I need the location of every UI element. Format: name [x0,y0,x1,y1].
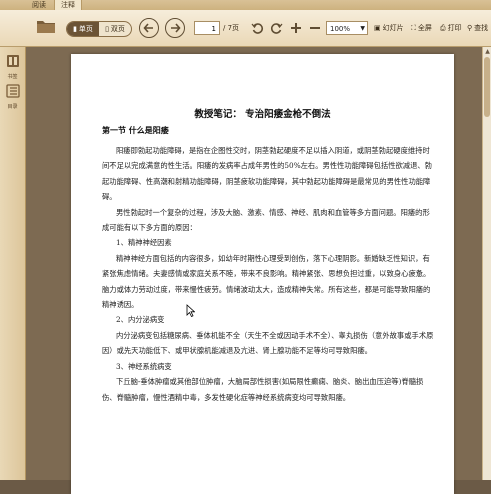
print-button[interactable]: ⎙ 打印 [440,21,462,35]
scrollbar-thumb[interactable] [484,57,490,117]
zoom-value: 100% [330,25,351,33]
paragraph: 男性勃起时一个复杂的过程，涉及大脑、激素、情感、神经、肌肉和血管等多方面问题。阳… [102,207,430,233]
zoom-in-icon[interactable] [289,21,303,35]
subheading: 3、神经系统病变 [116,361,172,371]
print-label: 打印 [447,24,462,32]
tab-annotate[interactable]: 注释 [54,0,82,10]
sidebar: 书签 目录 [0,47,26,480]
double-page-label: 双页 [110,25,125,33]
tab-read[interactable]: 阅读 [26,0,52,10]
toolbar: ▮ 单页 ▯ 双页 1 / 7页 100% ▼ ▣ 幻灯片 ⛶ 全屏 ⎙ 打印 … [0,10,491,47]
double-page-icon: ▯ [105,25,109,33]
section-title: 第一节 什么是阳痿 [102,125,169,135]
document-title: 教授笔记： 专治阳痿金枪不倒法 [194,109,331,120]
print-icon: ⎙ [440,24,446,32]
subheading: 1、精神神经因素 [116,238,172,248]
open-folder-icon[interactable] [36,18,56,34]
chevron-down-icon: ▼ [360,25,365,32]
fullscreen-button[interactable]: ⛶ 全屏 [411,21,432,35]
vertical-scrollbar[interactable]: ▲ [482,47,491,480]
top-tab-strip: 阅读 注释 [0,0,491,10]
sidebar-item-label: 书签 [7,74,18,80]
document-viewport[interactable]: 教授笔记： 专治阳痿金枪不倒法 第一节 什么是阳痿 阳痿即勃起功能障碍，是指在企… [26,47,482,494]
rotate-right-icon[interactable] [269,21,283,35]
sidebar-item-bookmarks[interactable]: 书签 [3,53,22,80]
double-page-button[interactable]: ▯ 双页 [99,22,131,36]
page-total: / 7页 [223,24,240,32]
forward-button[interactable] [165,18,185,38]
page-number-input[interactable]: 1 [194,21,220,35]
sidebar-item-toc[interactable]: 目录 [3,83,22,110]
zoom-out-icon[interactable] [308,21,322,35]
mouse-pointer-icon [186,304,195,317]
arrow-right-icon [171,23,181,33]
subheading: 2、内分泌病变 [116,315,165,325]
find-button[interactable]: ⚲ 查找 [467,21,488,35]
fullscreen-label: 全屏 [417,24,432,32]
single-page-icon: ▮ [73,25,77,33]
paragraph: 下丘脑-垂体肿瘤或其他部位肿瘤，大脑局部性损害(如局限性癫痫、脑炎、脑出血压迫等… [102,377,424,402]
slideshow-icon: ▣ [374,24,381,32]
arrow-left-icon [143,23,153,33]
slideshow-button[interactable]: ▣ 幻灯片 [374,21,404,35]
bookmark-icon [6,55,19,67]
fullscreen-icon: ⛶ [411,24,416,32]
page-mode-toggle: ▮ 单页 ▯ 双页 [66,21,132,37]
scroll-up-arrow-icon[interactable]: ▲ [484,48,491,55]
document-body: 阳痿即勃起功能障碍，是指在企图性交时，阴茎勃起硬度不足以插入阴道，或阴茎勃起硬度… [102,143,437,405]
document-page: 教授笔记： 专治阳痿金枪不倒法 第一节 什么是阳痿 阳痿即勃起功能障碍，是指在企… [71,54,454,494]
find-label: 查找 [474,24,489,32]
single-page-label: 单页 [78,25,93,33]
rotate-left-icon[interactable] [250,21,264,35]
slideshow-label: 幻灯片 [382,24,404,32]
paragraph: 内分泌病变包括糖尿病、垂体机能不全（天生不全或因动手术不全）、睾丸损伤（意外故事… [102,330,434,356]
zoom-select[interactable]: 100% ▼ [326,21,368,35]
search-icon: ⚲ [467,24,473,32]
back-button[interactable] [139,18,159,38]
sidebar-item-label: 目录 [7,104,18,110]
paragraph: 阳痿即勃起功能障碍，是指在企图性交时，阴茎勃起硬度不足以插入阴道，或阴茎勃起硬度… [102,146,432,202]
single-page-button[interactable]: ▮ 单页 [67,22,99,36]
table-of-contents-icon [5,84,20,98]
paragraph: 精神神经方面包括的内容很多，如幼年时期性心理受到创伤，落下心理阴影。新婚缺乏性知… [102,253,431,310]
